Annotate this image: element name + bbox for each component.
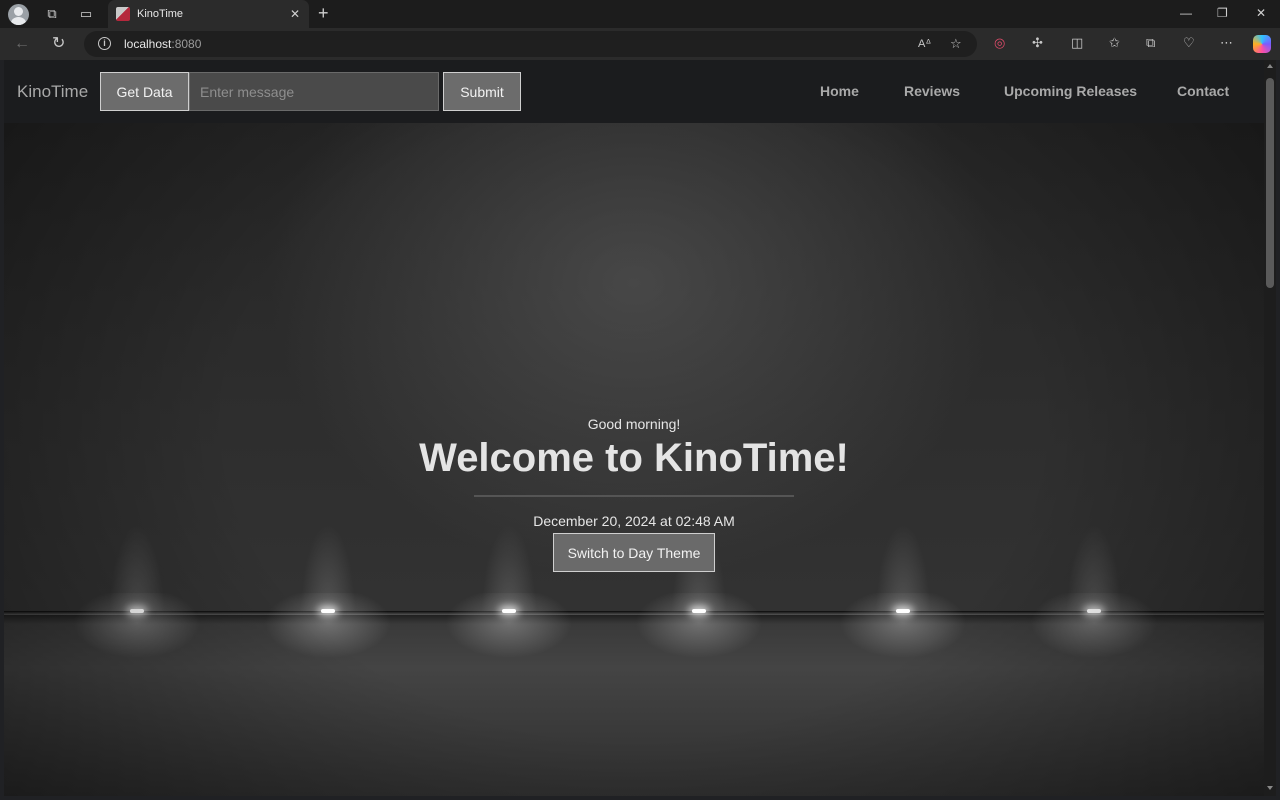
copilot-icon[interactable] bbox=[1253, 35, 1271, 53]
collections-icon[interactable]: ⧉ bbox=[1146, 35, 1155, 51]
site-brand[interactable]: KinoTime bbox=[17, 82, 88, 102]
profile-avatar-icon[interactable] bbox=[8, 4, 29, 25]
url-text: localhost:8080 bbox=[124, 37, 202, 51]
scroll-up-arrow-icon[interactable] bbox=[1267, 64, 1273, 68]
refresh-icon[interactable]: ↻ bbox=[52, 35, 65, 53]
restore-icon[interactable]: ❐ bbox=[1217, 6, 1228, 20]
read-aloud-icon[interactable]: Aᐞ bbox=[918, 37, 931, 50]
greeting-text: Good morning! bbox=[587, 416, 681, 432]
site-favicon-icon bbox=[116, 7, 130, 21]
nav-link-contact[interactable]: Contact bbox=[1177, 83, 1229, 99]
extensions-puzzle-icon[interactable]: ✣ bbox=[1032, 35, 1043, 51]
nav-link-home[interactable]: Home bbox=[820, 83, 859, 99]
scroll-down-arrow-icon[interactable] bbox=[1267, 786, 1273, 790]
back-icon[interactable]: ← bbox=[14, 35, 30, 53]
current-datetime: December 20, 2024 at 02:48 AM bbox=[533, 513, 735, 529]
more-menu-icon[interactable]: ⋯ bbox=[1220, 35, 1233, 51]
page-title: Welcome to KinoTime! bbox=[419, 436, 849, 480]
favorites-icon[interactable]: ✩ bbox=[1109, 35, 1120, 51]
browser-tab-active[interactable]: KinoTime ✕ bbox=[108, 0, 309, 28]
browser-chrome: ⧉ ▭ KinoTime ✕ + — ❐ ✕ ← ↻ i localhost:8… bbox=[0, 0, 1280, 60]
title-divider bbox=[474, 495, 794, 497]
extension-glasses-icon[interactable]: ◎ bbox=[994, 35, 1005, 51]
page-scrollbar[interactable] bbox=[1264, 60, 1276, 796]
browser-toolbar: ← ↻ i localhost:8080 Aᐞ ☆ bbox=[0, 28, 1280, 60]
tab-title: KinoTime bbox=[137, 8, 184, 20]
tab-actions-icon[interactable]: ▭ bbox=[76, 5, 96, 23]
close-tab-icon[interactable]: ✕ bbox=[290, 7, 300, 21]
browser-essentials-icon[interactable]: ♡ bbox=[1183, 35, 1195, 51]
new-tab-icon[interactable]: + bbox=[318, 4, 329, 22]
minimize-icon[interactable]: — bbox=[1180, 6, 1192, 20]
message-input[interactable] bbox=[189, 72, 439, 111]
tab-bar: ⧉ ▭ KinoTime ✕ + — ❐ ✕ bbox=[0, 0, 1280, 28]
split-screen-icon[interactable]: ◫ bbox=[1071, 35, 1083, 51]
page-viewport: KinoTime Get Data Submit Home Reviews Up… bbox=[4, 60, 1264, 796]
favorite-star-icon[interactable]: ☆ bbox=[950, 36, 962, 52]
scrollbar-thumb[interactable] bbox=[1266, 78, 1274, 288]
hero-section: Good morning! Welcome to KinoTime! Decem… bbox=[4, 123, 1264, 796]
nav-link-reviews[interactable]: Reviews bbox=[904, 83, 960, 99]
workspaces-icon[interactable]: ⧉ bbox=[42, 5, 62, 23]
switch-theme-button[interactable]: Switch to Day Theme bbox=[553, 533, 715, 572]
close-window-icon[interactable]: ✕ bbox=[1256, 6, 1266, 20]
get-data-button[interactable]: Get Data bbox=[100, 72, 189, 111]
site-info-icon[interactable]: i bbox=[98, 37, 111, 50]
site-header: KinoTime Get Data Submit Home Reviews Up… bbox=[4, 60, 1264, 123]
nav-link-upcoming-releases[interactable]: Upcoming Releases bbox=[1004, 83, 1137, 99]
address-bar[interactable]: i localhost:8080 Aᐞ ☆ bbox=[84, 31, 977, 57]
submit-button[interactable]: Submit bbox=[443, 72, 521, 111]
